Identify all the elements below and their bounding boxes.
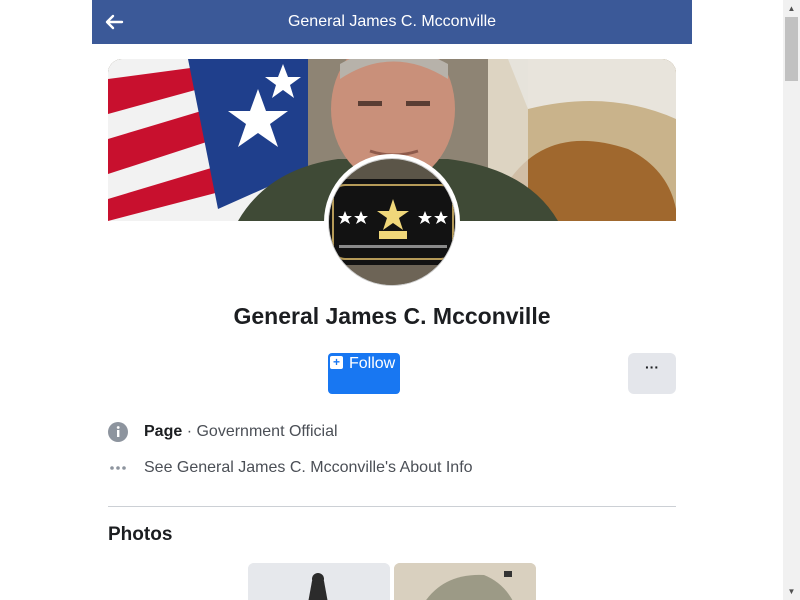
page-label: Page <box>144 423 183 440</box>
scrollbar-thumb[interactable] <box>785 17 798 81</box>
scroll-up-arrow-icon[interactable]: ▲ <box>783 0 800 17</box>
scrollbar[interactable]: ▲ ▼ <box>783 0 800 600</box>
page-category-row: Page · Government Official <box>108 422 338 442</box>
ellipsis-icon: ··· <box>645 359 659 375</box>
army-coin-image <box>328 158 456 286</box>
header-title: General James C. Mcconville <box>287 13 497 30</box>
about-info-link[interactable]: See General James C. Mcconville's About … <box>108 458 473 478</box>
info-circle-icon <box>108 422 128 442</box>
profile-picture[interactable] <box>324 154 460 290</box>
page: General James C. Mcconville General Jame… <box>92 0 692 600</box>
plus-icon: + <box>330 356 343 369</box>
page-title: General James C. Mcconville <box>233 303 551 329</box>
follow-button[interactable]: + Follow <box>328 353 400 394</box>
arrow-left-icon[interactable] <box>102 10 126 34</box>
top-bar: General James C. Mcconville <box>92 0 692 44</box>
photo-thumbnail[interactable] <box>394 563 536 600</box>
more-options-button[interactable]: ··· <box>628 353 676 394</box>
divider <box>108 506 676 507</box>
category-value: Government Official <box>196 423 338 440</box>
follow-label: Follow <box>349 355 396 372</box>
ellipsis-icon <box>108 458 128 478</box>
separator: · <box>182 423 197 440</box>
photos-title: Photos <box>108 524 173 545</box>
photo-thumbnail[interactable] <box>248 563 390 600</box>
about-info-text: See General James C. Mcconville's About … <box>144 459 473 476</box>
scroll-down-arrow-icon[interactable]: ▼ <box>783 583 800 600</box>
